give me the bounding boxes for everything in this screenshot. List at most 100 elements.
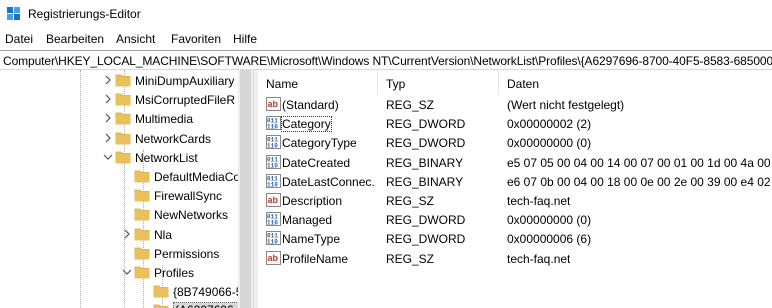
tree-item[interactable]: Profiles	[0, 263, 238, 282]
window-title: Registrierungs-Editor	[28, 7, 141, 21]
tree-item-label: MsiCorruptedFileR	[135, 93, 236, 108]
value-row[interactable]: ab ProfileName REG_SZ tech-faq.net	[258, 249, 772, 268]
tree-item[interactable]: {A6297696-87	[0, 301, 253, 308]
svg-text:110: 110	[267, 123, 278, 130]
tree-item[interactable]: NetworkList	[0, 148, 238, 167]
folder-icon	[134, 207, 150, 221]
menu-datei[interactable]: Datei	[5, 32, 33, 46]
chevron-right-icon[interactable]	[103, 74, 113, 86]
chevron-down-icon[interactable]	[103, 151, 113, 163]
value-name: Description	[282, 194, 343, 208]
tree-item-label: Permissions	[154, 246, 220, 261]
folder-icon	[134, 246, 150, 260]
value-row[interactable]: 011 110 DateLastConnec... REG_BINARY e6 07 0…	[258, 172, 772, 191]
tree-item-label: Profiles	[154, 266, 195, 280]
value-type: REG_DWORD	[386, 213, 466, 228]
value-name: CategoryType	[282, 136, 357, 151]
folder-icon	[115, 131, 131, 145]
value-data: 0x00000000 (0)	[507, 213, 592, 228]
value-data: (Wert nicht festgelegt)	[507, 98, 625, 112]
svg-text:ab: ab	[268, 99, 279, 109]
tree-scrollbar[interactable]	[238, 70, 253, 308]
values-list[interactable]: Name Typ Daten ab (Standard) REG_SZ (Wert n…	[258, 70, 772, 308]
tree-item[interactable]: Permissions	[0, 244, 238, 263]
chevron-right-icon[interactable]	[122, 228, 132, 240]
svg-text:110: 110	[267, 162, 278, 169]
tree-item[interactable]: MsiCorruptedFileR	[0, 90, 238, 109]
column-header-name[interactable]: Name	[266, 77, 298, 91]
svg-text:ab: ab	[268, 195, 279, 205]
value-name: (Standard)	[282, 98, 339, 112]
binary-value-icon: 011 110	[266, 135, 281, 150]
tree-item-label: NetworkList	[135, 150, 198, 165]
value-name: DateLastConnec...	[282, 174, 376, 189]
value-type: REG_DWORD	[386, 232, 466, 247]
value-name: Managed	[282, 213, 333, 228]
value-type: REG_BINARY	[386, 174, 464, 189]
string-value-icon: ab	[266, 97, 281, 111]
tree-item[interactable]: Nla	[0, 225, 238, 244]
list-header: Name Typ Daten	[258, 70, 772, 95]
chevron-right-icon[interactable]	[103, 93, 113, 105]
tree-item[interactable]: FirewallSync	[0, 186, 238, 205]
value-type: REG_DWORD	[386, 136, 466, 151]
chevron-right-icon[interactable]	[103, 112, 113, 124]
svg-text:110: 110	[267, 239, 278, 246]
tree-item[interactable]: {8B749066-5E	[0, 282, 250, 301]
value-type: REG_SZ	[386, 251, 435, 266]
string-value-icon: ab	[266, 193, 281, 207]
folder-icon	[153, 284, 169, 298]
address-path[interactable]: Computer\HKEY_LOCAL_MACHINE\SOFTWARE\Mic…	[3, 54, 772, 68]
value-data: e6 07 0b 00 04 00 18 00 0e 00 2e 00 39 0…	[507, 174, 771, 189]
key-tree[interactable]: MiniDumpAuxiliary MsiCorruptedFileR Multim…	[0, 70, 253, 308]
folder-icon	[134, 188, 150, 202]
value-type: REG_SZ	[386, 98, 435, 112]
binary-value-icon: 011 110	[266, 154, 281, 169]
value-name: DateCreated	[282, 155, 351, 170]
binary-value-icon: 011 110	[266, 116, 281, 130]
chevron-right-icon[interactable]	[103, 132, 113, 144]
menu-bearbeiten[interactable]: Bearbeiten	[46, 32, 104, 46]
menu-ansicht[interactable]: Ansicht	[116, 32, 155, 46]
value-data: e5 07 05 00 04 00 14 00 07 00 01 00 1d 0…	[507, 155, 771, 170]
folder-icon	[115, 111, 131, 125]
folder-icon	[115, 73, 131, 87]
menu-favoriten[interactable]: Favoriten	[171, 32, 221, 46]
folder-icon	[115, 92, 131, 106]
registry-editor-icon	[7, 7, 20, 20]
tree-item[interactable]: DefaultMediaCo	[0, 167, 241, 186]
string-value-icon: ab	[266, 250, 281, 265]
column-header-type[interactable]: Typ	[386, 77, 405, 91]
value-type: REG_SZ	[386, 194, 435, 208]
value-row[interactable]: 011 110 Category REG_DWORD 0x00000002 (2)	[258, 114, 772, 133]
address-bar[interactable]: Computer\HKEY_LOCAL_MACHINE\SOFTWARE\Mic…	[0, 50, 772, 70]
svg-text:ab: ab	[268, 253, 279, 263]
folder-icon	[115, 150, 131, 164]
value-row[interactable]: ab (Standard) REG_SZ (Wert nicht festgelegt…	[258, 95, 772, 114]
value-row[interactable]: 011 110 DateCreated REG_BINARY e5 07 05 00 0…	[258, 153, 772, 172]
menu-hilfe[interactable]: Hilfe	[233, 32, 257, 46]
column-divider[interactable]	[377, 70, 378, 95]
tree-item[interactable]: NewNetworks	[0, 205, 238, 224]
binary-value-icon: 011 110	[266, 231, 281, 246]
value-row[interactable]: ab Description REG_SZ tech-faq.net	[258, 191, 772, 210]
title-bar: Registrierungs-Editor	[0, 0, 772, 29]
tree-item[interactable]: MiniDumpAuxiliary	[0, 71, 238, 90]
value-name: ProfileName	[282, 251, 349, 266]
tree-item[interactable]: NetworkCards	[0, 129, 238, 148]
svg-text:110: 110	[267, 143, 278, 150]
value-name: NameType	[282, 232, 341, 247]
folder-icon	[153, 303, 169, 308]
tree-scrollbar-thumb[interactable]	[240, 70, 251, 308]
tree-item-label: DefaultMediaCo	[154, 170, 241, 184]
folder-icon	[134, 265, 150, 279]
value-row[interactable]: 011 110 Managed REG_DWORD 0x00000000 (0)	[258, 210, 772, 229]
value-name: Category	[281, 116, 332, 133]
column-header-data[interactable]: Daten	[507, 77, 539, 91]
tree-item[interactable]: Multimedia	[0, 109, 238, 128]
value-data: 0x00000002 (2)	[507, 117, 592, 132]
column-divider[interactable]	[498, 70, 499, 95]
chevron-down-icon[interactable]	[122, 266, 132, 278]
value-row[interactable]: 011 110 CategoryType REG_DWORD 0x00000000 (0…	[258, 133, 772, 152]
value-row[interactable]: 011 110 NameType REG_DWORD 0x00000006 (6)	[258, 229, 772, 248]
